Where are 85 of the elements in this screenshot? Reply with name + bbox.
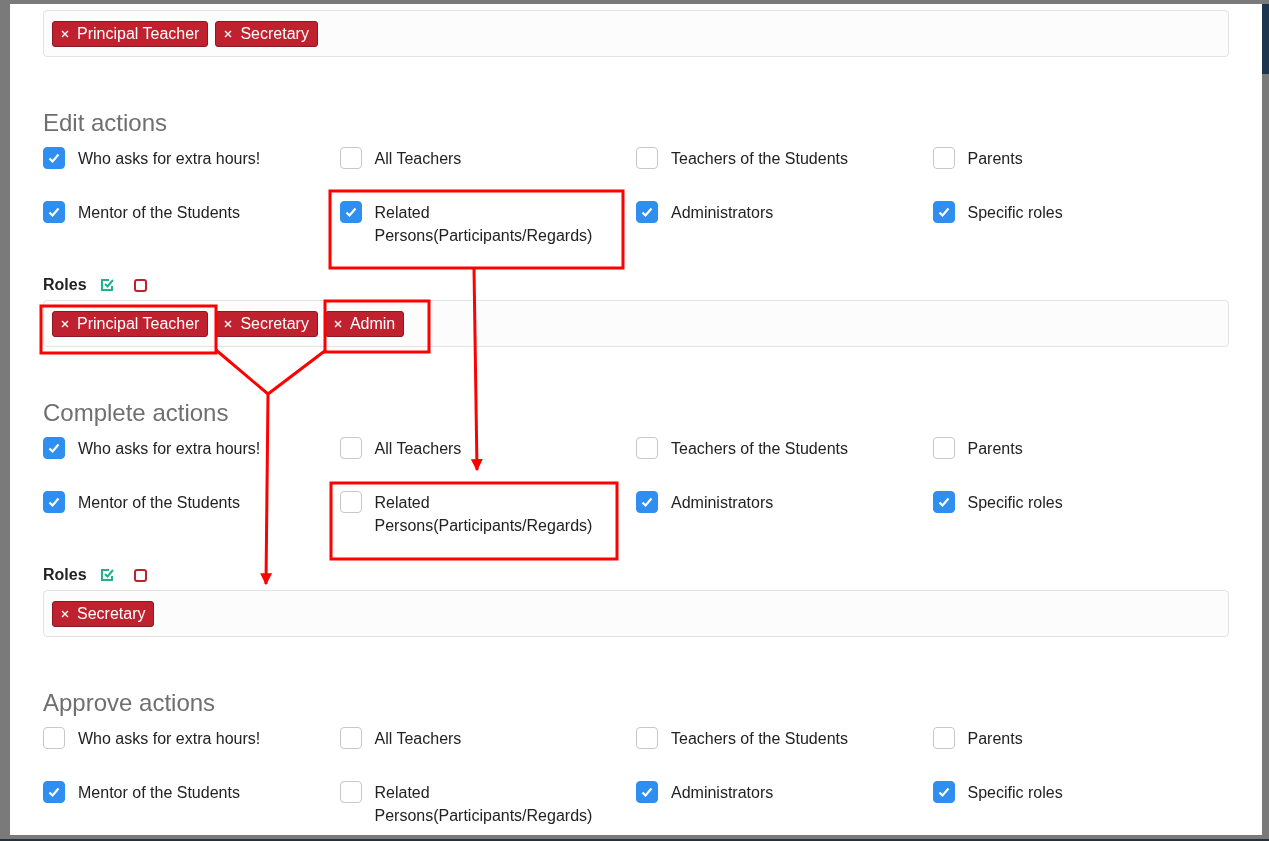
roles-label: Roles xyxy=(43,275,87,295)
checkbox-label: Parents xyxy=(967,439,1023,459)
checkbox-label: Teachers of the Students xyxy=(671,729,848,749)
checkbox-label: All Teachers xyxy=(374,439,462,459)
check-icon xyxy=(640,495,654,509)
checkbox-label: Parents xyxy=(967,149,1023,169)
check-icon xyxy=(47,441,61,455)
checkbox-label: All Teachers xyxy=(374,729,462,749)
role-tag[interactable]: Admin xyxy=(324,310,405,337)
check-icon xyxy=(343,205,358,219)
checkbox[interactable] xyxy=(339,491,362,513)
checkbox-label: Who asks for extra hours! xyxy=(78,149,261,169)
roles-field[interactable]: Secretary xyxy=(43,590,1229,637)
role-tag[interactable]: Principal Teacher xyxy=(52,20,209,47)
checkbox-label: Specific roles xyxy=(967,203,1063,223)
checkbox[interactable] xyxy=(339,437,362,459)
checkbox[interactable] xyxy=(932,727,955,749)
checkbox[interactable] xyxy=(339,727,362,749)
roles-field[interactable]: Principal Teacher Secretary xyxy=(43,10,1229,57)
checkbox[interactable] xyxy=(339,201,362,223)
checkbox-label: Administrators xyxy=(671,203,774,223)
check-icon xyxy=(936,785,951,799)
remove-icon xyxy=(61,609,69,618)
checkbox-label: Related Persons(Participants/Regards) xyxy=(374,783,594,826)
section-title: Edit actions xyxy=(43,108,169,138)
remove-icon xyxy=(333,319,342,328)
checkbox[interactable] xyxy=(636,727,658,749)
checkbox[interactable] xyxy=(932,437,955,459)
check-icon xyxy=(47,205,61,219)
checkbox[interactable] xyxy=(636,147,658,169)
checkbox-label: Administrators xyxy=(671,493,774,513)
checkbox[interactable] xyxy=(932,201,955,223)
clear-all-icon[interactable] xyxy=(132,277,148,293)
section-title: Complete actions xyxy=(43,398,230,428)
checkbox-label: Administrators xyxy=(671,783,774,803)
check-icon xyxy=(47,495,61,509)
role-tag[interactable]: Secretary xyxy=(52,600,155,627)
checkbox[interactable] xyxy=(339,781,362,803)
checkbox-label: Mentor of the Students xyxy=(78,783,240,803)
remove-icon xyxy=(61,319,69,328)
clear-all-icon[interactable] xyxy=(132,567,148,583)
check-icon xyxy=(47,785,61,799)
check-icon xyxy=(936,205,951,219)
checkbox[interactable] xyxy=(43,781,65,803)
checkbox[interactable] xyxy=(636,437,658,459)
checkbox[interactable] xyxy=(339,147,362,169)
checkbox-label: Teachers of the Students xyxy=(671,149,848,169)
checkbox[interactable] xyxy=(43,147,65,169)
checkbox[interactable] xyxy=(932,147,955,169)
roles-label: Roles xyxy=(43,565,87,585)
checkbox-label: Who asks for extra hours! xyxy=(78,439,261,459)
checkbox-label: Related Persons(Participants/Regards) xyxy=(374,493,594,536)
check-icon xyxy=(936,495,951,509)
select-all-icon[interactable] xyxy=(98,567,115,583)
section-title: Approve actions xyxy=(43,688,217,718)
checkbox-label: Teachers of the Students xyxy=(671,439,848,459)
checkbox[interactable] xyxy=(636,491,658,513)
checkbox-label: Mentor of the Students xyxy=(78,493,240,513)
checkbox-label: Mentor of the Students xyxy=(78,203,240,223)
checkbox[interactable] xyxy=(43,727,65,749)
remove-icon xyxy=(61,29,69,38)
checkbox-label: All Teachers xyxy=(374,149,462,169)
check-icon xyxy=(640,205,654,219)
checkbox[interactable] xyxy=(636,201,658,223)
checkbox[interactable] xyxy=(932,781,955,803)
checkbox[interactable] xyxy=(932,491,955,513)
role-tag[interactable]: Principal Teacher xyxy=(52,310,209,337)
role-tag[interactable]: Secretary xyxy=(215,310,318,337)
checkbox[interactable] xyxy=(43,491,65,513)
checkbox-label: Related Persons(Participants/Regards) xyxy=(374,203,594,246)
checkbox[interactable] xyxy=(43,437,65,459)
remove-icon xyxy=(224,29,233,38)
roles-field[interactable]: Principal Teacher Secretary Admin xyxy=(43,300,1229,347)
remove-icon xyxy=(224,319,233,328)
checkbox-label: Who asks for extra hours! xyxy=(78,729,261,749)
check-icon xyxy=(640,785,654,799)
checkbox-label: Specific roles xyxy=(967,783,1063,803)
background-strip xyxy=(1262,4,1269,74)
select-all-icon[interactable] xyxy=(98,277,115,293)
checkbox-label: Parents xyxy=(967,729,1023,749)
check-icon xyxy=(47,151,61,165)
checkbox[interactable] xyxy=(636,781,658,803)
checkbox-label: Specific roles xyxy=(967,493,1063,513)
checkbox[interactable] xyxy=(43,201,65,223)
role-tag[interactable]: Secretary xyxy=(215,20,318,47)
